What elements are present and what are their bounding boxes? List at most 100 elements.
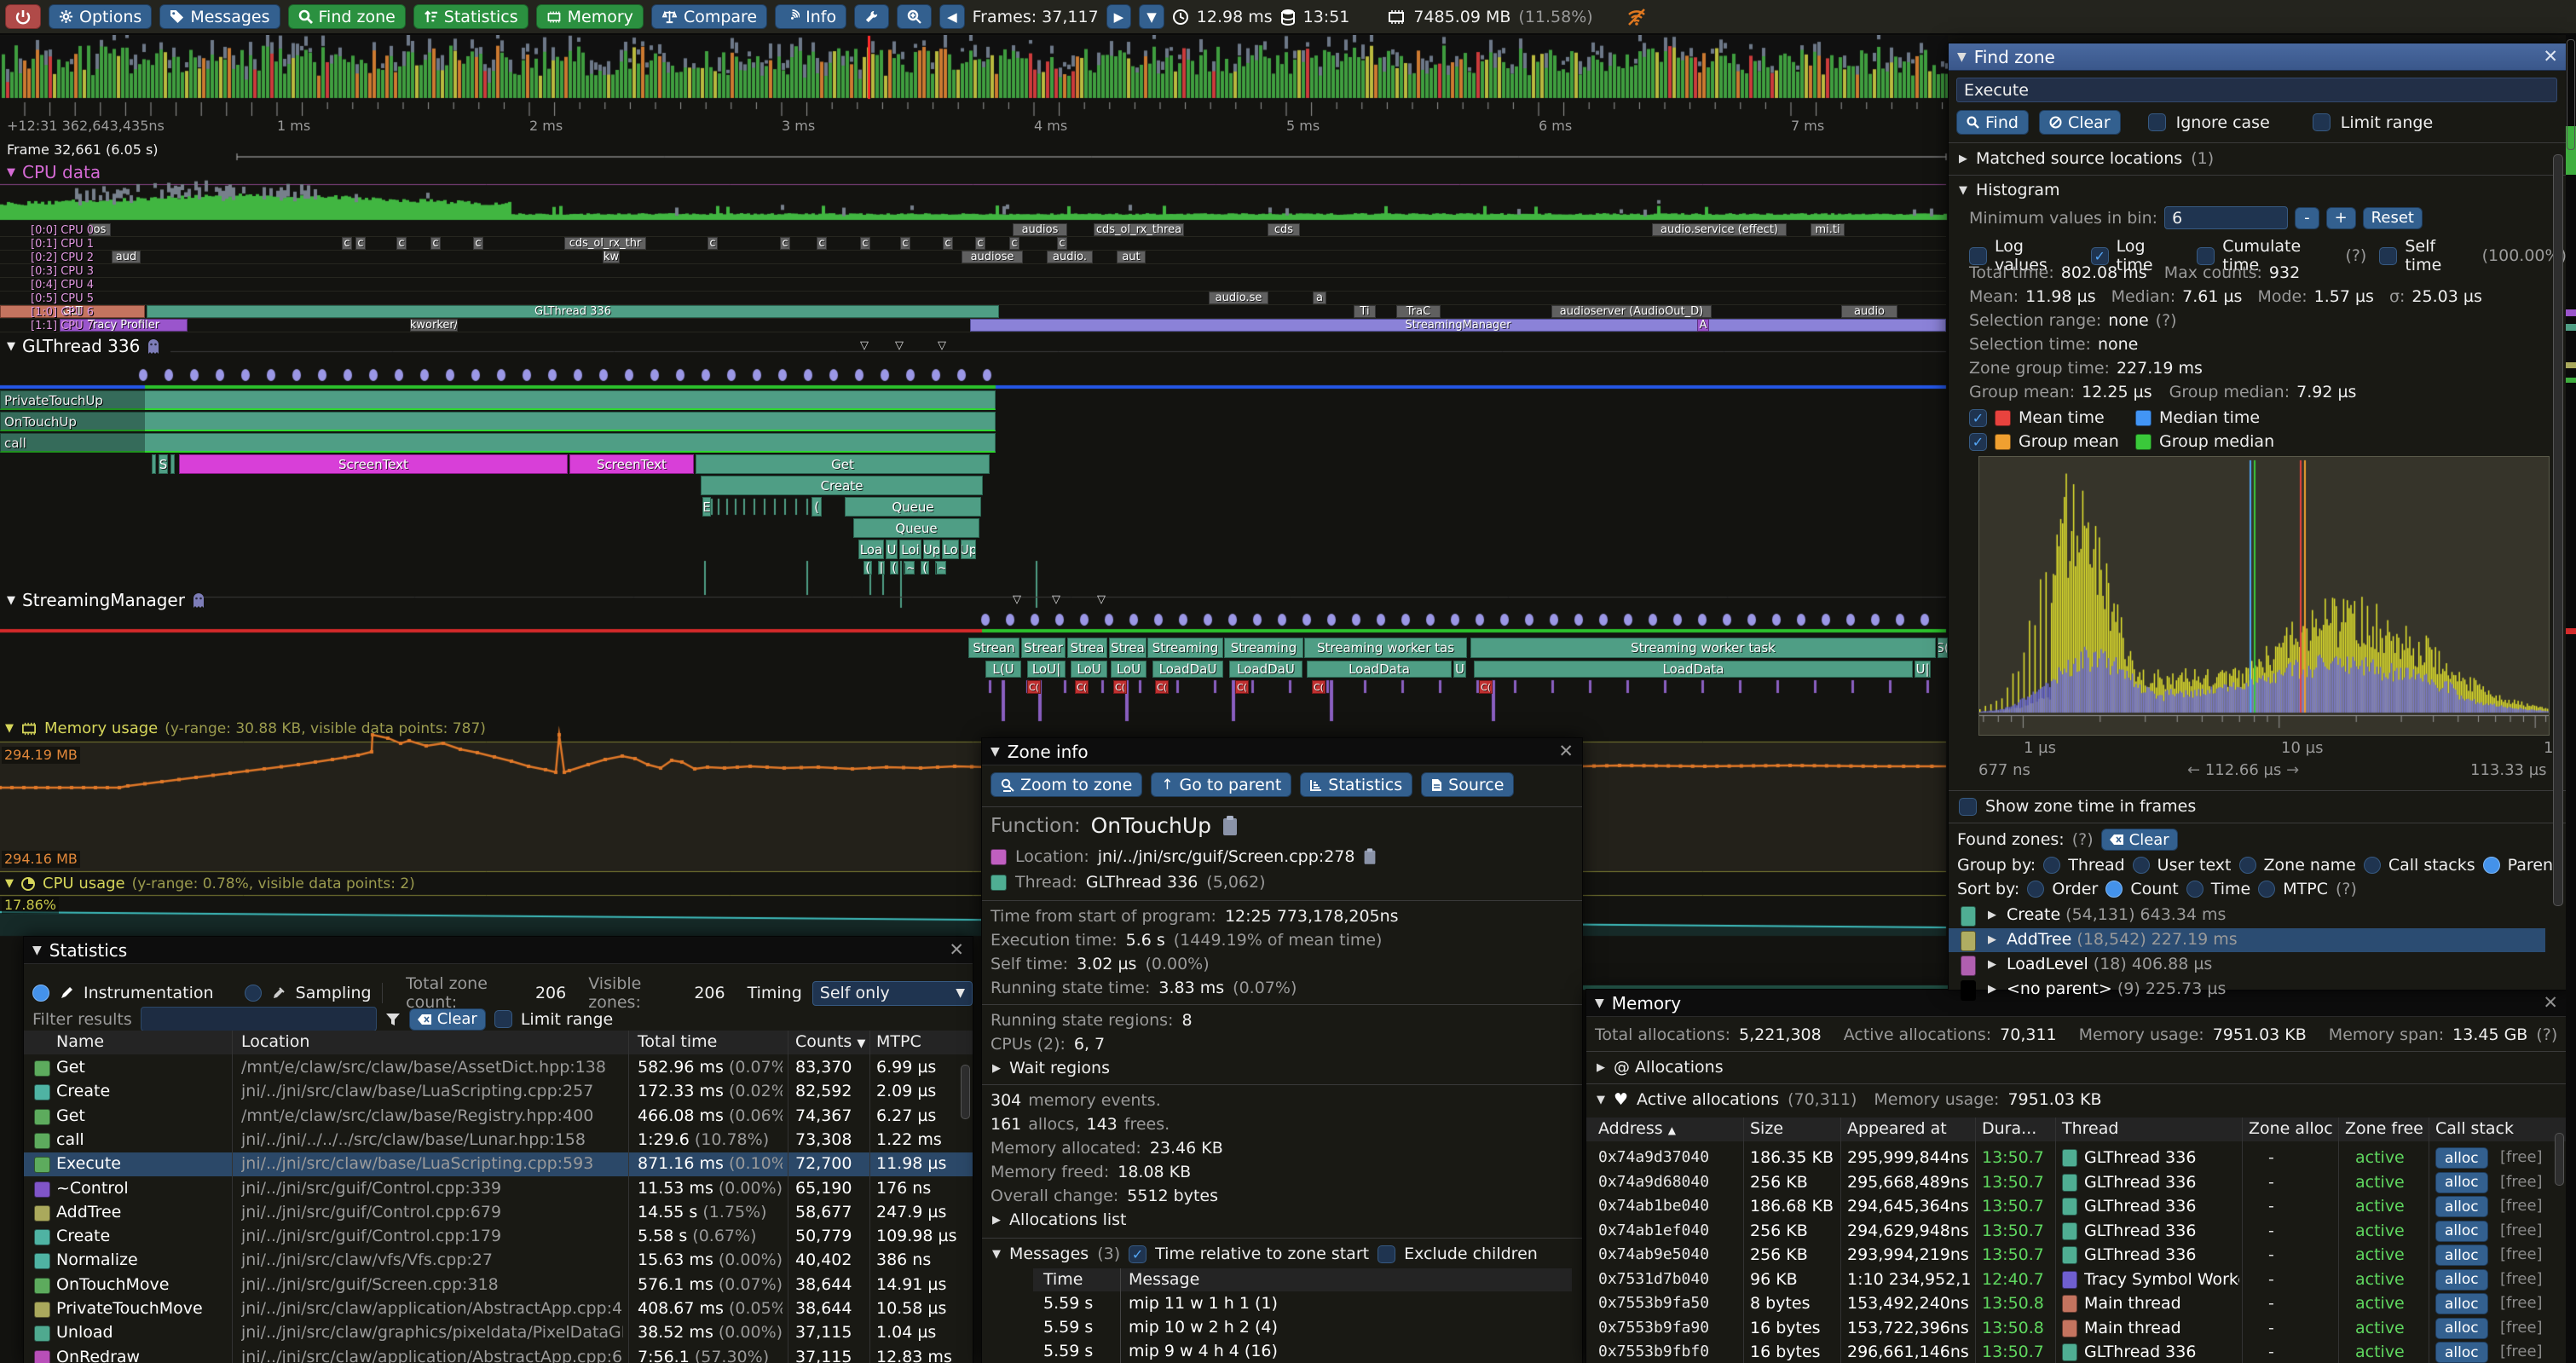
timeline-zone[interactable]: ScreenText	[179, 454, 568, 474]
group-checkbox[interactable]: ✓	[1969, 433, 1987, 451]
timeline-zone[interactable]: c	[900, 237, 910, 250]
timeline-zone[interactable]: audios	[1013, 223, 1067, 236]
timeline-zone[interactable]: LoU	[1111, 661, 1146, 678]
timeline-zone[interactable]: aut	[1117, 251, 1146, 263]
timeline-zone[interactable]: S	[159, 454, 168, 474]
timeline-zone[interactable]: E	[702, 497, 711, 517]
timeline-zone[interactable]	[0, 433, 996, 453]
sort-by-time[interactable]	[2186, 881, 2203, 898]
self-time-checkbox[interactable]	[2379, 247, 2397, 265]
table-row[interactable]: ~Controljni/../jni/src/guif/Control.cpp:…	[24, 1177, 973, 1201]
alloc-callstack-button[interactable]: alloc	[2435, 1196, 2488, 1217]
sort-by-order[interactable]	[2027, 881, 2044, 898]
column-header[interactable]: Name	[56, 1032, 104, 1051]
close-icon[interactable]: ✕	[2543, 48, 2558, 66]
min-bin-decrease-button[interactable]: -	[2295, 207, 2319, 229]
min-bin-input[interactable]: 6	[2164, 206, 2288, 229]
group-by-call-stacks[interactable]	[2364, 857, 2381, 874]
timing-dropdown[interactable]: Self only▼	[812, 981, 973, 1006]
screenshot-button[interactable]	[897, 4, 932, 29]
table-row[interactable]: 0x74ab1be040186.68 KB294,645,364ns13:50.…	[1586, 1194, 2567, 1218]
timeline-zone[interactable]: c	[780, 237, 790, 250]
frame-dropdown-button[interactable]: ▼	[1139, 4, 1164, 29]
timeline-zone[interactable]	[170, 454, 175, 474]
messages-button[interactable]: Messages	[159, 4, 280, 29]
timeline-zone[interactable]: Streaming	[1224, 638, 1303, 658]
show-zone-time-checkbox[interactable]	[1959, 798, 1977, 816]
timeline-zone[interactable]: audio.se	[1209, 292, 1268, 304]
timeline-zone[interactable]: (	[863, 561, 872, 575]
memory-scrollbar[interactable]	[2555, 1133, 2564, 1186]
limit-range-checkbox[interactable]	[2313, 113, 2331, 131]
group-by-label[interactable]: Call stacks	[2388, 856, 2475, 875]
wait-regions-expander[interactable]: ▶Wait regions	[992, 1059, 1110, 1077]
timeline-zone[interactable]: C(	[1155, 680, 1169, 694]
go-to-parent-button[interactable]: ↑Go to parent	[1151, 772, 1291, 797]
timeline-zone[interactable]: C(	[1312, 680, 1326, 694]
timeline-zone[interactable]: Loa	[858, 540, 884, 559]
find-zone-histogram[interactable]	[1978, 456, 2550, 736]
table-row[interactable]: OnRedrawjni/../jni/src/claw/application/…	[24, 1346, 973, 1363]
streaming-header[interactable]: ▼StreamingManager	[7, 590, 205, 610]
expand-triangle-icon[interactable]: ▶	[1988, 958, 1996, 971]
timeline-zone[interactable]: kworker/	[410, 319, 458, 332]
zone-statistics-button[interactable]: Statistics	[1300, 772, 1412, 797]
timeline-zone[interactable]: Create	[701, 476, 983, 495]
table-row[interactable]: Executejni/../jni/src/claw/base/LuaScrip…	[24, 1152, 973, 1176]
zone-info-titlebar[interactable]: ▼Zone info✕	[982, 738, 1582, 765]
table-row[interactable]: 0x74ab1ef040256 KB294,629,948ns13:50.7GL…	[1586, 1219, 2567, 1243]
timeline-zone[interactable]: LoU|	[1027, 661, 1066, 678]
exclude-children-checkbox[interactable]	[1378, 1245, 1395, 1263]
alloc-callstack-button[interactable]: alloc	[2435, 1172, 2488, 1193]
sort-by-label[interactable]: Time	[2211, 880, 2251, 898]
timeline-zone[interactable]: mi.ti	[1811, 223, 1845, 236]
timeline-zone[interactable]: Strea	[1067, 638, 1107, 658]
timeline-zone[interactable]: Lo	[942, 540, 959, 559]
table-row[interactable]: 0x7531d7b04096 KB1:10 234,952,16112:40.7…	[1586, 1268, 2567, 1291]
close-icon[interactable]: ✕	[949, 941, 964, 959]
table-row[interactable]: 0x7553b9fa9016 bytes153,722,396ns13:50.8…	[1586, 1316, 2567, 1340]
timeline-zone[interactable]: C(	[1027, 680, 1041, 694]
timeline-zone[interactable]: audioserver (AudioOut_D)	[1551, 305, 1712, 318]
cumulate-time-checkbox[interactable]	[2197, 247, 2215, 265]
group-by-parent[interactable]	[2483, 857, 2500, 874]
main-scrollbar[interactable]	[2566, 35, 2576, 1363]
timeline-zone[interactable]: LoadDaU	[1152, 661, 1223, 678]
clear-button[interactable]: Clear	[2039, 110, 2121, 135]
timeline-zone[interactable]: C(	[1479, 680, 1493, 694]
table-row[interactable]: Unloadjni/../jni/src/claw/graphics/pixel…	[24, 1321, 973, 1345]
timeline-zone[interactable]: |	[878, 561, 885, 575]
timeline-zone[interactable]: S(	[1938, 638, 1948, 658]
table-row[interactable]: Normalizejni/../jni/src/claw/vfs/Vfs.cpp…	[24, 1249, 973, 1273]
tools-button[interactable]	[854, 4, 889, 29]
column-header[interactable]: Dura...	[1982, 1119, 2036, 1138]
table-row[interactable]: 0x7553b9fbf016 bytes296,661,146ns13:50.7…	[1586, 1340, 2567, 1363]
timeline-zone[interactable]: audio	[1841, 305, 1897, 318]
timeline-zone[interactable]: cds	[1268, 223, 1300, 236]
timeline-zone[interactable]: C(	[1113, 680, 1127, 694]
sampling-label[interactable]: Sampling	[296, 984, 372, 1002]
log-values-checkbox[interactable]	[1969, 247, 1987, 265]
sampling-radio[interactable]	[245, 985, 262, 1002]
allocations-expander[interactable]: ▶@ Allocations	[1597, 1058, 1724, 1077]
find-zone-query-input[interactable]: Execute	[1956, 78, 2557, 102]
messages-expander[interactable]: ▼	[992, 1248, 1001, 1261]
frame-marker-icon[interactable]: ▽	[1013, 593, 1026, 605]
scrollbar-thumb[interactable]	[2567, 39, 2575, 150]
timeline-zone[interactable]: c	[473, 237, 483, 250]
min-bin-increase-button[interactable]: +	[2326, 207, 2356, 229]
table-row[interactable]: calljni/../jni/../../../src/claw/base/Lu…	[24, 1129, 973, 1152]
column-header[interactable]: Zone alloc	[2249, 1119, 2333, 1138]
find-zone-titlebar[interactable]: ▼Find zone✕	[1949, 43, 2567, 71]
timeline-zone[interactable]: Strear	[1021, 638, 1066, 658]
timeline-zone[interactable]: Get	[696, 454, 990, 474]
timeline-zone[interactable]: Loi	[899, 540, 921, 559]
timeline-zone[interactable]: GLThread 336	[147, 305, 999, 318]
timeline-zone[interactable]: c	[1057, 237, 1067, 250]
table-row[interactable]: 0x74a9d68040256 KB295,668,489ns13:50.7GL…	[1586, 1170, 2567, 1194]
timeline-zone[interactable]: c	[708, 237, 718, 250]
reset-button[interactable]: Reset	[2363, 207, 2423, 229]
filter-clear-button[interactable]: Clear	[409, 1008, 486, 1031]
column-header[interactable]: Address ▲	[1598, 1119, 1676, 1138]
timeline-zone[interactable]	[0, 390, 996, 410]
